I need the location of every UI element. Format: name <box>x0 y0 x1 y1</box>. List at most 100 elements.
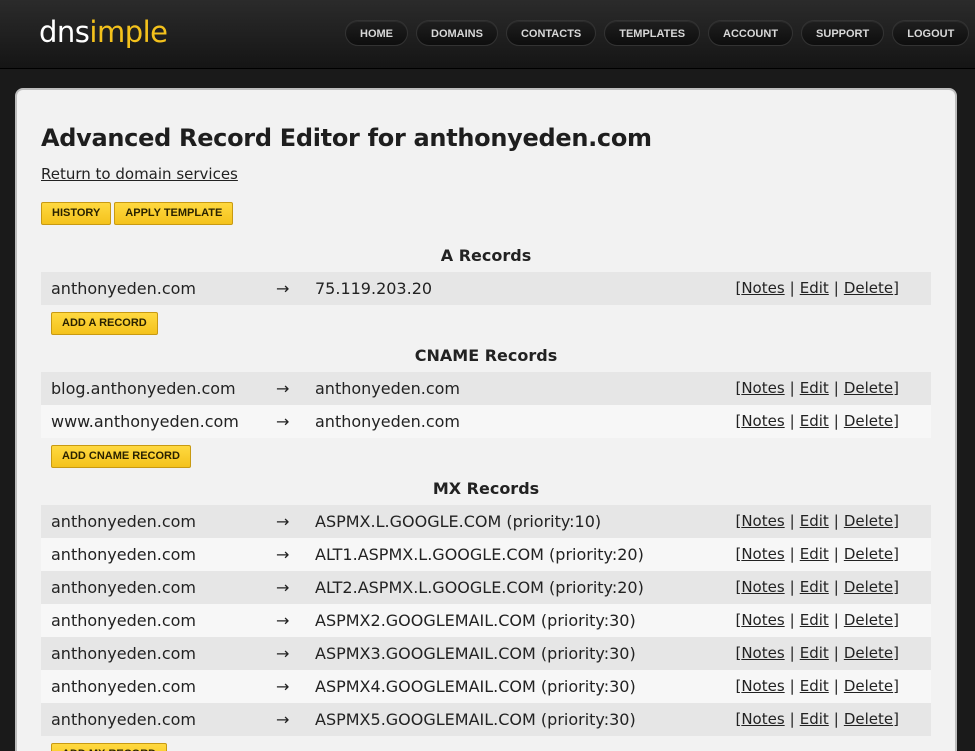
delete-link[interactable]: Delete <box>844 644 893 662</box>
section-title-mx: MX Records <box>432 479 540 498</box>
delete-link[interactable]: Delete <box>844 379 893 397</box>
notes-link[interactable]: Notes <box>741 512 784 530</box>
edit-link[interactable]: Edit <box>800 611 829 629</box>
bracket-close: ] <box>893 578 899 596</box>
records-container: A Records anthonyeden.com → 75.119.203.20 [N… <box>41 240 931 751</box>
record-target: anthonyeden.com <box>315 412 460 431</box>
record-target: ASPMX4.GOOGLEMAIL.COM (priority:30) <box>315 677 636 696</box>
delete-link[interactable]: Delete <box>844 677 893 695</box>
record-row: anthonyeden.com → 75.119.203.20 [Notes | Edit… <box>41 272 931 305</box>
record-target: ALT2.ASPMX.L.GOOGLE.COM (priority:20) <box>315 578 644 597</box>
separator: | <box>789 545 795 563</box>
logo-text-imple: imple <box>89 15 168 49</box>
delete-link[interactable]: Delete <box>844 279 893 297</box>
add-mx-record-button[interactable]: ADD MX RECORD <box>51 743 168 751</box>
main-nav: HOME DOMAINS CONTACTS TEMPLATES ACCOUNT … <box>345 20 970 46</box>
section-cname-records: CNAME Records blog.anthonyeden.com → anthon… <box>41 340 931 473</box>
logo-text-dns: dns <box>39 15 90 49</box>
edit-link[interactable]: Edit <box>800 545 829 563</box>
nav-templates[interactable]: TEMPLATES <box>604 20 701 46</box>
notes-link[interactable]: Notes <box>741 279 784 297</box>
edit-link[interactable]: Edit <box>800 578 829 596</box>
notes-link[interactable]: Notes <box>741 710 784 728</box>
edit-link[interactable]: Edit <box>800 379 829 397</box>
delete-link[interactable]: Delete <box>844 412 893 430</box>
notes-link[interactable]: Notes <box>741 644 784 662</box>
record-row: anthonyeden.com → ALT1.ASPMX.L.GOOGLE.COM … <box>41 538 931 571</box>
record-target: ASPMX.L.GOOGLE.COM (priority:10) <box>315 512 602 531</box>
record-row: anthonyeden.com → ASPMX3.GOOGLEMAIL.COM (p… <box>41 637 931 670</box>
bracket-close: ] <box>893 545 899 563</box>
record-row: anthonyeden.com → ALT2.ASPMX.L.GOOGLE.COM … <box>41 571 931 604</box>
record-actions: [Notes | Edit | Delete] <box>735 604 899 637</box>
right-arrow-icon: → <box>276 611 290 630</box>
nav-domains[interactable]: DOMAINS <box>416 20 498 46</box>
delete-link[interactable]: Delete <box>844 578 893 596</box>
record-row: www.anthonyeden.com → anthonyeden.com [Note… <box>41 405 931 438</box>
record-host: anthonyeden.com <box>51 611 196 630</box>
separator: | <box>833 545 839 563</box>
separator: | <box>833 611 839 629</box>
history-button[interactable]: HISTORY <box>41 202 112 225</box>
add-cname-record-button[interactable]: ADD CNAME RECORD <box>51 445 191 468</box>
right-arrow-icon: → <box>276 379 290 398</box>
bracket-close: ] <box>893 512 899 530</box>
right-arrow-icon: → <box>276 677 290 696</box>
edit-link[interactable]: Edit <box>800 644 829 662</box>
record-host: anthonyeden.com <box>51 677 196 696</box>
nav-support[interactable]: SUPPORT <box>801 20 885 46</box>
record-row: anthonyeden.com → ASPMX2.GOOGLEMAIL.COM (p… <box>41 604 931 637</box>
delete-link[interactable]: Delete <box>844 611 893 629</box>
record-host: anthonyeden.com <box>51 578 196 597</box>
separator: | <box>789 578 795 596</box>
record-target: ASPMX5.GOOGLEMAIL.COM (priority:30) <box>315 710 636 729</box>
notes-link[interactable]: Notes <box>741 677 784 695</box>
record-host: www.anthonyeden.com <box>51 412 239 431</box>
delete-link[interactable]: Delete <box>844 710 893 728</box>
right-arrow-icon: → <box>276 512 290 531</box>
record-host: anthonyeden.com <box>51 644 196 663</box>
delete-link[interactable]: Delete <box>844 545 893 563</box>
record-host: anthonyeden.com <box>51 512 196 531</box>
separator: | <box>789 710 795 728</box>
right-arrow-icon: → <box>276 545 290 564</box>
nav-home[interactable]: HOME <box>345 20 408 46</box>
edit-link[interactable]: Edit <box>800 512 829 530</box>
notes-link[interactable]: Notes <box>741 412 784 430</box>
separator: | <box>789 279 795 297</box>
notes-link[interactable]: Notes <box>741 611 784 629</box>
bracket-close: ] <box>893 412 899 430</box>
record-row: anthonyeden.com → ASPMX.L.GOOGLE.COM (prio… <box>41 505 931 538</box>
edit-link[interactable]: Edit <box>800 677 829 695</box>
separator: | <box>789 644 795 662</box>
delete-link[interactable]: Delete <box>844 512 893 530</box>
bracket-close: ] <box>893 279 899 297</box>
nav-contacts[interactable]: CONTACTS <box>505 20 597 46</box>
record-actions: [Notes | Edit | Delete] <box>735 637 899 670</box>
nav-logout[interactable]: LOGOUT <box>892 20 970 46</box>
record-row: anthonyeden.com → ASPMX4.GOOGLEMAIL.COM (p… <box>41 670 931 703</box>
edit-link[interactable]: Edit <box>800 279 829 297</box>
separator: | <box>833 578 839 596</box>
right-arrow-icon: → <box>276 710 290 729</box>
notes-link[interactable]: Notes <box>741 545 784 563</box>
edit-link[interactable]: Edit <box>800 710 829 728</box>
apply-template-button[interactable]: APPLY TEMPLATE <box>114 202 234 225</box>
edit-link[interactable]: Edit <box>800 412 829 430</box>
right-arrow-icon: → <box>276 412 290 431</box>
separator: | <box>833 512 839 530</box>
dnsimple-logo[interactable]: dnsimple <box>39 12 168 52</box>
record-actions: [Notes | Edit | Delete] <box>735 538 899 571</box>
return-to-domain-services-link[interactable]: Return to domain services <box>41 165 238 183</box>
section-mx-records: MX Records anthonyeden.com → ASPMX.L.GOOGLE… <box>41 473 931 751</box>
separator: | <box>833 379 839 397</box>
nav-account[interactable]: ACCOUNT <box>708 20 794 46</box>
record-actions: [Notes | Edit | Delete] <box>735 571 899 604</box>
bracket-close: ] <box>893 644 899 662</box>
site-header: dnsimple HOME DOMAINS CONTACTS TEMPLATES… <box>0 0 975 69</box>
notes-link[interactable]: Notes <box>741 379 784 397</box>
add-a-record-button[interactable]: ADD A RECORD <box>51 312 158 335</box>
record-actions: [Notes | Edit | Delete] <box>735 670 899 703</box>
notes-link[interactable]: Notes <box>741 578 784 596</box>
page-title: Advanced Record Editor for anthonyeden.c… <box>41 124 652 152</box>
